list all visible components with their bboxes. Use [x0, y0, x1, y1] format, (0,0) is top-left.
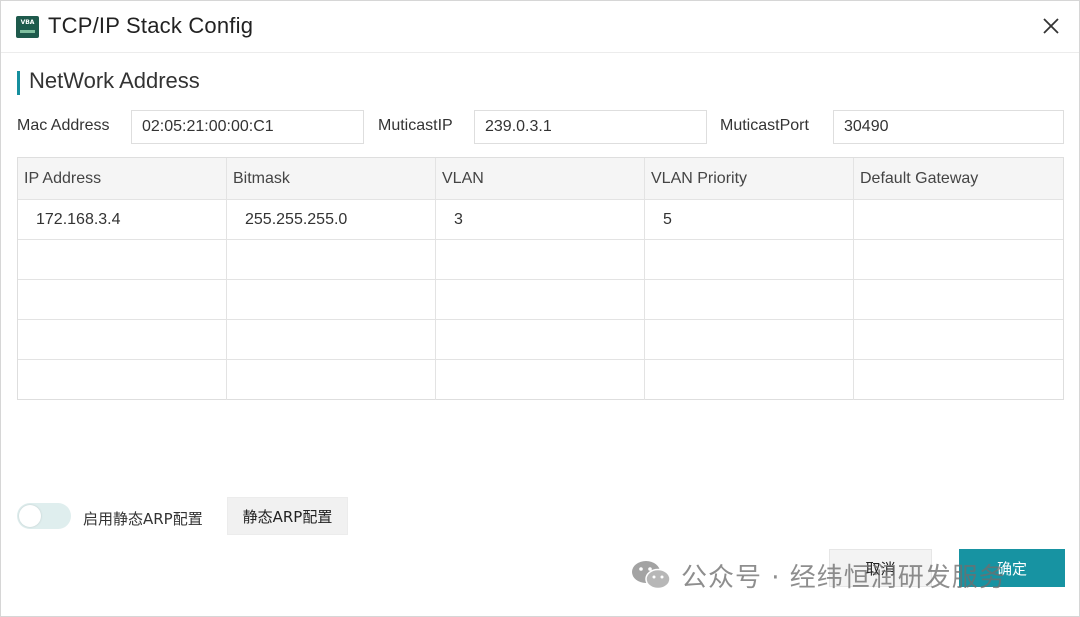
toggle-knob	[19, 505, 41, 527]
column-header-bitmask[interactable]: Bitmask	[227, 158, 436, 199]
static-arp-toggle-label: 启用静态ARP配置	[83, 510, 203, 528]
column-header-default-gateway[interactable]: Default Gateway	[854, 158, 1063, 199]
table-row[interactable]	[18, 320, 1063, 360]
table-cell[interactable]: 5	[645, 200, 854, 239]
window-title: TCP/IP Stack Config	[48, 13, 254, 38]
static-arp-toggle[interactable]	[17, 503, 71, 529]
table-cell[interactable]	[645, 360, 854, 400]
static-arp-config-button[interactable]: 静态ARP配置	[227, 497, 348, 535]
table-cell[interactable]: 255.255.255.0	[227, 200, 436, 239]
column-header-vlan[interactable]: VLAN	[436, 158, 645, 199]
multicast-ip-label: MuticastIP	[378, 117, 453, 134]
table-cell[interactable]	[436, 360, 645, 400]
table-cell[interactable]	[436, 240, 645, 279]
close-button[interactable]	[1037, 12, 1065, 40]
section-title: NetWork Address	[29, 68, 200, 93]
mac-address-label: Mac Address	[17, 117, 110, 134]
app-icon-text: VBA	[20, 19, 35, 26]
table-cell[interactable]	[645, 320, 854, 359]
table-cell[interactable]	[645, 280, 854, 319]
table-cell[interactable]	[854, 280, 1063, 319]
ip-address-table: IP Address Bitmask VLAN VLAN Priority De…	[17, 157, 1064, 400]
cancel-button[interactable]: 取消	[829, 549, 932, 587]
mac-address-input[interactable]	[131, 110, 364, 144]
table-header-row: IP Address Bitmask VLAN VLAN Priority De…	[18, 158, 1063, 200]
table-cell[interactable]: 172.168.3.4	[18, 200, 227, 239]
table-cell[interactable]	[227, 320, 436, 359]
table-cell[interactable]	[18, 280, 227, 319]
table-cell[interactable]	[436, 320, 645, 359]
close-icon	[1043, 18, 1059, 34]
table-row[interactable]	[18, 280, 1063, 320]
column-header-vlan-priority[interactable]: VLAN Priority	[645, 158, 854, 199]
tcpip-config-dialog: VBA TCP/IP Stack Config NetWork Address …	[0, 0, 1080, 617]
multicast-port-input[interactable]	[833, 110, 1064, 144]
table-row[interactable]	[18, 360, 1063, 400]
title-bar: VBA TCP/IP Stack Config	[1, 1, 1079, 53]
table-cell[interactable]	[18, 320, 227, 359]
table-row[interactable]	[18, 240, 1063, 280]
table-cell[interactable]	[227, 240, 436, 279]
app-icon: VBA	[16, 16, 39, 38]
table-cell[interactable]	[645, 240, 854, 279]
multicast-ip-input[interactable]	[474, 110, 707, 144]
multicast-port-label: MuticastPort	[720, 117, 809, 134]
section-accent-bar	[17, 71, 20, 95]
table-cell[interactable]	[854, 360, 1063, 400]
watermark: 公众号 · 经纬恒润研发服务	[629, 557, 1006, 593]
table-cell[interactable]	[854, 200, 1063, 239]
table-cell[interactable]	[227, 360, 436, 400]
ok-button[interactable]: 确定	[959, 549, 1065, 587]
column-header-ip-address[interactable]: IP Address	[18, 158, 227, 199]
table-cell[interactable]: 3	[436, 200, 645, 239]
table-cell[interactable]	[18, 240, 227, 279]
table-cell[interactable]	[854, 320, 1063, 359]
table-cell[interactable]	[227, 280, 436, 319]
table-cell[interactable]	[854, 240, 1063, 279]
table-cell[interactable]	[18, 360, 227, 400]
table-cell[interactable]	[436, 280, 645, 319]
table-row[interactable]: 172.168.3.4 255.255.255.0 3 5	[18, 200, 1063, 240]
wechat-icon	[632, 561, 671, 590]
